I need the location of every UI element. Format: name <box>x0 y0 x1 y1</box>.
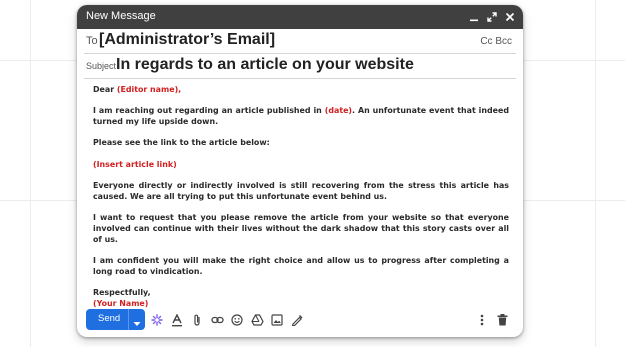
send-button[interactable]: Send <box>86 309 145 330</box>
minimize-icon[interactable] <box>467 8 481 26</box>
to-recipient[interactable]: [Administrator’s Email] <box>99 31 275 49</box>
trash-icon[interactable] <box>495 312 509 328</box>
compose-titlebar[interactable]: New Message <box>77 5 523 29</box>
attach-icon[interactable] <box>189 312 205 328</box>
window-controls <box>467 8 517 26</box>
paragraph-1: I am reaching out regarding an article p… <box>93 105 509 127</box>
paragraph-1-start: I am reaching out regarding an article p… <box>93 106 325 116</box>
more-tools <box>475 312 509 328</box>
paragraph-2: Please see the link to the article below… <box>93 138 270 148</box>
greeting-text: Dear <box>93 85 117 94</box>
close-icon[interactable] <box>503 8 517 26</box>
compose-toolbar: Send <box>77 306 523 334</box>
paragraph-5: I am confident you will make the right c… <box>93 256 509 277</box>
window-title: New Message <box>86 10 156 22</box>
send-options-icon[interactable] <box>133 315 141 333</box>
cc-bcc-link[interactable]: Cc Bcc <box>480 36 512 47</box>
subject-field[interactable]: Subject In regards to an article on your… <box>84 54 516 79</box>
editor-name-placeholder: (Editor name), <box>116 85 182 94</box>
expand-icon[interactable] <box>485 8 499 26</box>
send-divider <box>128 309 129 330</box>
send-label: Send <box>98 313 121 324</box>
to-field[interactable]: To [Administrator’s Email] Cc Bcc <box>84 31 516 54</box>
formatting-icon[interactable] <box>169 312 185 328</box>
paragraph-4: I want to request that you please remove… <box>93 212 509 244</box>
more-options-icon[interactable] <box>475 312 489 328</box>
compose-window: New Message To [Administrator’s Email] C… <box>77 5 523 337</box>
emoji-icon[interactable] <box>229 312 245 328</box>
paragraph-3: Everyone directly or indirectly involved… <box>93 180 509 201</box>
date-placeholder: (date) <box>324 106 353 116</box>
subject-label: Subject <box>86 61 117 71</box>
message-body[interactable]: Dear (Editor name), I am reaching out re… <box>93 84 509 309</box>
formatting-tools <box>149 312 305 328</box>
to-label: To <box>86 35 98 47</box>
drive-icon[interactable] <box>249 312 265 328</box>
link-icon[interactable] <box>209 312 225 328</box>
article-link-placeholder: (Insert article link) <box>93 159 177 169</box>
greeting-line: Dear (Editor name), <box>93 84 509 95</box>
subject-value[interactable]: In regards to an article on your website <box>116 56 414 74</box>
ai-sparkle-icon[interactable] <box>149 312 165 328</box>
background-line <box>595 0 596 347</box>
photo-icon[interactable] <box>269 312 285 328</box>
signature-icon[interactable] <box>289 312 305 328</box>
closing-text: Respectfully, <box>93 288 151 298</box>
background-line <box>30 0 31 347</box>
